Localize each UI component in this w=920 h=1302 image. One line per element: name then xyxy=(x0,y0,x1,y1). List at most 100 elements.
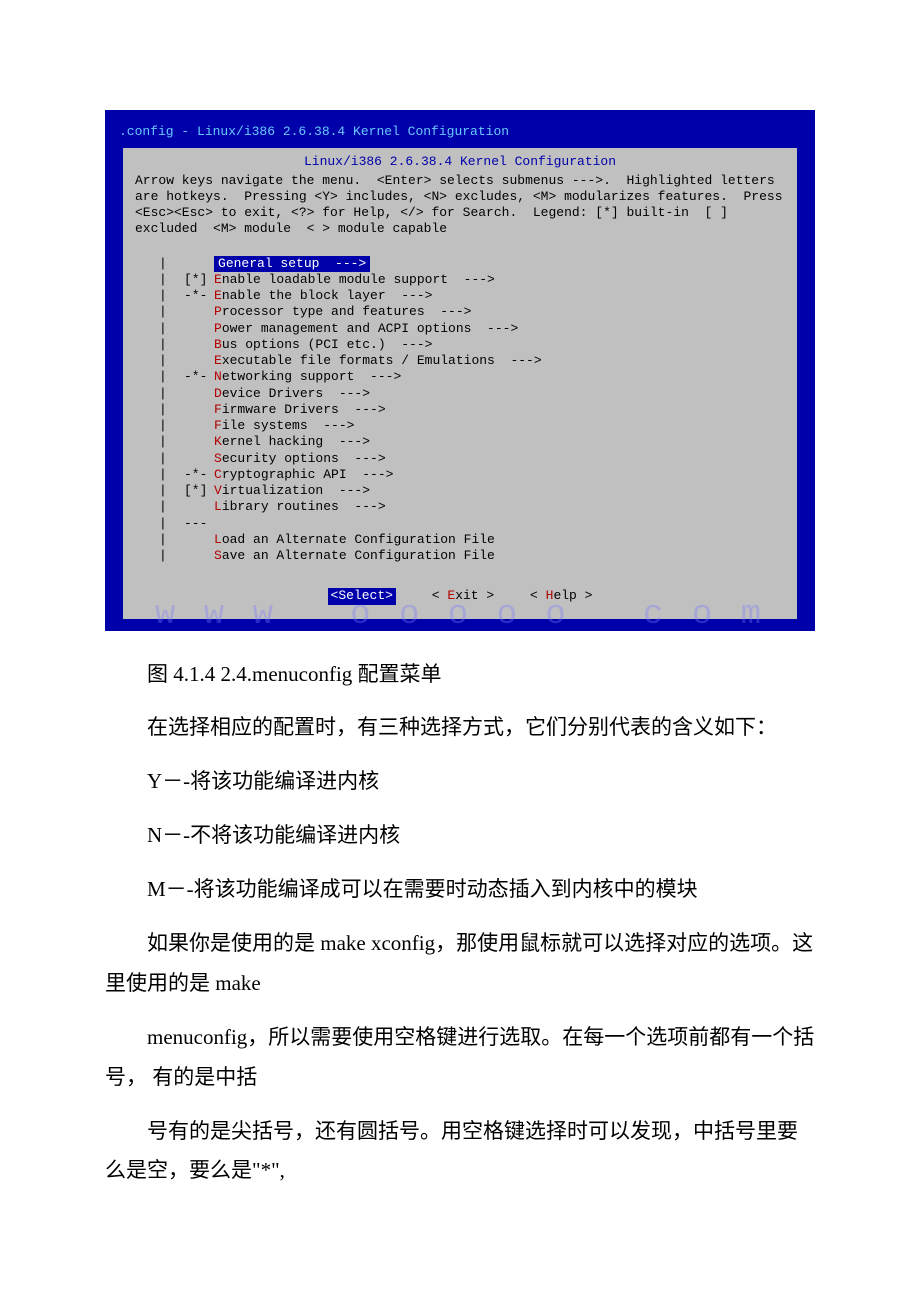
menu-indicator xyxy=(184,353,214,369)
menu-label: Load an Alternate Configuration File xyxy=(214,532,495,548)
menu-list[interactable]: | General setup --->|[*]Enable loadable … xyxy=(151,250,769,571)
menu-hotkey: P xyxy=(214,321,222,336)
menu-border-left: | xyxy=(159,272,184,288)
menu-item[interactable]: |[*]Enable loadable module support ---> xyxy=(159,272,761,288)
window-title: Linux/i386 2.6.38.4 Kernel Configuration xyxy=(133,152,787,170)
menu-indicator xyxy=(184,532,214,548)
menu-border-left: | xyxy=(159,516,184,532)
menu-border-left: | xyxy=(159,337,184,353)
document-body: 图 4.1.4 2.4.menuconfig 配置菜单 在选择相应的配置时，有三… xyxy=(105,655,815,1192)
paragraph: M－-将该功能编译成可以在需要时动态插入到内核中的模块 xyxy=(105,870,815,910)
figure-caption: 图 4.1.4 2.4.menuconfig 配置菜单 xyxy=(105,655,815,695)
menu-item[interactable]: | Processor type and features ---> xyxy=(159,304,761,320)
menu-hotkey: K xyxy=(214,434,222,449)
menu-border-left: | xyxy=(159,402,184,418)
menu-label: General setup ---> xyxy=(214,256,370,272)
menu-border-left: | xyxy=(159,434,184,450)
menu-indicator xyxy=(184,304,214,320)
menu-label: Processor type and features ---> xyxy=(214,304,471,320)
menu-border-left: | xyxy=(159,386,184,402)
menu-border-left: | xyxy=(159,548,184,564)
menu-indicator xyxy=(184,548,214,564)
menu-indicator xyxy=(184,402,214,418)
menu-item[interactable]: |--- xyxy=(159,516,761,532)
menu-border-left: | xyxy=(159,369,184,385)
menuconfig-terminal: .config - Linux/i386 2.6.38.4 Kernel Con… xyxy=(105,110,815,631)
menu-indicator xyxy=(184,434,214,450)
menu-indicator xyxy=(184,451,214,467)
menu-border-left: | xyxy=(159,483,184,499)
menu-indicator xyxy=(184,499,214,515)
menu-item[interactable]: | Power management and ACPI options ---> xyxy=(159,321,761,337)
menu-indicator xyxy=(184,337,214,353)
paragraph: N－-不将该功能编译进内核 xyxy=(105,816,815,856)
menu-item[interactable]: | Firmware Drivers ---> xyxy=(159,402,761,418)
menu-label: Enable loadable module support ---> xyxy=(214,272,495,288)
menu-item[interactable]: | Device Drivers ---> xyxy=(159,386,761,402)
menu-hotkey: E xyxy=(214,288,222,303)
paragraph: Y－-将该功能编译进内核 xyxy=(105,762,815,802)
button-bar: <Select> < Exit > < Help > xyxy=(133,578,787,608)
help-button[interactable]: < Help > xyxy=(530,588,592,604)
paragraph: 如果你是使用的是 make xconfig，那使用鼠标就可以选择对应的选项。这里… xyxy=(105,924,815,1004)
menu-border-left: | xyxy=(159,321,184,337)
menu-hotkey: D xyxy=(214,386,222,401)
paragraph: 在选择相应的配置时，有三种选择方式，它们分别代表的含义如下： xyxy=(105,708,815,748)
menu-label: Executable file formats / Emulations ---… xyxy=(214,353,542,369)
menu-item[interactable]: |-*-Enable the block layer ---> xyxy=(159,288,761,304)
menu-label: Firmware Drivers ---> xyxy=(214,402,386,418)
menu-label: File systems ---> xyxy=(214,418,354,434)
paragraph: menuconfig，所以需要使用空格键进行选取。在每一个选项前都有一个括号， … xyxy=(105,1018,815,1098)
menu-hotkey: L xyxy=(214,499,222,514)
menu-label: Device Drivers ---> xyxy=(214,386,370,402)
menu-item[interactable]: | Kernel hacking ---> xyxy=(159,434,761,450)
terminal-window: Linux/i386 2.6.38.4 Kernel Configuration… xyxy=(123,148,797,618)
menu-label: Power management and ACPI options ---> xyxy=(214,321,518,337)
menu-hotkey: G xyxy=(218,256,226,271)
menu-border-left: | xyxy=(159,353,184,369)
paragraph: 号有的是尖括号，还有圆括号。用空格键选择时可以发现，中括号里要么是空，要么是"*… xyxy=(105,1112,815,1192)
terminal-help-text: Arrow keys navigate the menu. <Enter> se… xyxy=(133,171,787,244)
menu-item[interactable]: | File systems ---> xyxy=(159,418,761,434)
menu-item[interactable]: |[*]Virtualization ---> xyxy=(159,483,761,499)
menu-label: Save an Alternate Configuration File xyxy=(214,548,495,564)
select-button[interactable]: <Select> xyxy=(328,588,396,604)
menu-hotkey: L xyxy=(214,532,222,547)
menu-indicator: [*] xyxy=(184,272,214,288)
menu-item[interactable]: |-*-Networking support ---> xyxy=(159,369,761,385)
menu-border-left: | xyxy=(159,451,184,467)
menu-label: Security options ---> xyxy=(214,451,386,467)
terminal-titlebar: .config - Linux/i386 2.6.38.4 Kernel Con… xyxy=(113,122,807,148)
menu-indicator: -*- xyxy=(184,288,214,304)
menu-indicator: [*] xyxy=(184,483,214,499)
menu-hotkey: F xyxy=(214,418,222,433)
exit-button[interactable]: < Exit > xyxy=(432,588,494,604)
menu-hotkey: B xyxy=(214,337,222,352)
menu-hotkey: E xyxy=(214,272,222,287)
menu-indicator: --- xyxy=(184,516,214,532)
menu-border-left: | xyxy=(159,467,184,483)
menu-label: Library routines ---> xyxy=(214,499,386,515)
menu-indicator xyxy=(184,321,214,337)
menu-hotkey: F xyxy=(214,402,222,417)
menu-border-left: | xyxy=(159,256,184,272)
menu-label: Virtualization ---> xyxy=(214,483,370,499)
menu-item[interactable]: | Executable file formats / Emulations -… xyxy=(159,353,761,369)
menu-hotkey: E xyxy=(214,353,222,368)
menu-label: Cryptographic API ---> xyxy=(214,467,393,483)
menu-indicator xyxy=(184,418,214,434)
menu-item[interactable]: | Bus options (PCI etc.) ---> xyxy=(159,337,761,353)
menu-hotkey: N xyxy=(214,369,222,384)
menu-border-left: | xyxy=(159,304,184,320)
menu-item[interactable]: | Library routines ---> xyxy=(159,499,761,515)
menu-item[interactable]: |-*-Cryptographic API ---> xyxy=(159,467,761,483)
menu-item[interactable]: | Security options ---> xyxy=(159,451,761,467)
menu-item[interactable]: | Load an Alternate Configuration File xyxy=(159,532,761,548)
menu-border-left: | xyxy=(159,532,184,548)
menu-indicator: -*- xyxy=(184,467,214,483)
menu-indicator xyxy=(184,256,214,272)
menu-label: Bus options (PCI etc.) ---> xyxy=(214,337,432,353)
menu-item[interactable]: | General setup ---> xyxy=(159,256,761,272)
menu-item[interactable]: | Save an Alternate Configuration File xyxy=(159,548,761,564)
menu-indicator: -*- xyxy=(184,369,214,385)
